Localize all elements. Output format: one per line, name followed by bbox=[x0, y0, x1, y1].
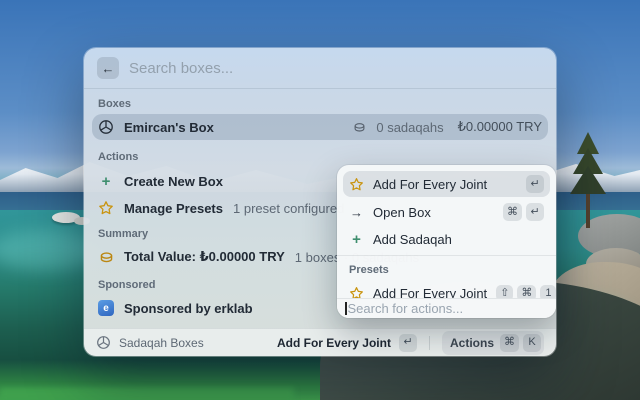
section-label-presets: Presets bbox=[349, 264, 389, 276]
back-arrow-icon: ← bbox=[101, 60, 115, 76]
total-value-label: Total Value: ₺0.00000 TRY bbox=[124, 249, 285, 264]
command-key-icon: ⌘ bbox=[503, 203, 522, 221]
search-input[interactable] bbox=[129, 59, 543, 77]
return-key-icon: ↵ bbox=[398, 333, 417, 352]
actions-menu: Add For Every Joint ↵ → Open Box ⌘ ↵ + A… bbox=[337, 165, 556, 318]
actions-button[interactable]: Actions ⌘ K bbox=[441, 330, 544, 355]
menu-item-open-box[interactable]: → Open Box ⌘ ↵ bbox=[343, 199, 550, 225]
manage-presets-label: Manage Presets bbox=[124, 200, 223, 216]
tree-icon bbox=[570, 166, 606, 194]
divider bbox=[428, 335, 430, 350]
divider bbox=[337, 255, 556, 256]
arrow-right-icon: → bbox=[350, 204, 363, 220]
return-key-icon: ↵ bbox=[526, 203, 544, 221]
sponsored-label: Sponsored by erklab bbox=[124, 300, 253, 316]
box-value: ₺0.00000 TRY bbox=[457, 119, 542, 134]
return-key-icon: ↵ bbox=[526, 175, 544, 193]
app-icon bbox=[96, 335, 111, 350]
box-row[interactable]: Emircan's Box 0 sadaqahs ₺0.00000 TRY bbox=[92, 114, 548, 140]
back-button[interactable]: ← bbox=[97, 57, 119, 79]
section-label-actions: Actions bbox=[98, 151, 139, 163]
text-caret bbox=[345, 302, 347, 315]
k-key-icon: K bbox=[523, 333, 541, 352]
menu-item-label: Add Sadaqah bbox=[373, 231, 452, 247]
box-sadaqah-count: 0 sadaqahs bbox=[376, 119, 444, 135]
wallpaper-shore bbox=[0, 388, 295, 400]
menu-item-label: Open Box bbox=[373, 204, 431, 220]
plus-icon: + bbox=[352, 230, 361, 248]
command-key-icon: ⌘ bbox=[500, 333, 519, 352]
search-bar: ← bbox=[84, 48, 556, 88]
menu-item-label: Add For Every Joint bbox=[373, 176, 488, 192]
plus-icon: + bbox=[101, 172, 111, 190]
box-icon bbox=[98, 119, 114, 135]
footer-primary-action[interactable]: Add For Every Joint bbox=[277, 336, 391, 350]
menu-item-add-for-every-joint[interactable]: Add For Every Joint ↵ bbox=[343, 171, 550, 197]
app-name: Sadaqah Boxes bbox=[119, 335, 204, 350]
menu-item-add-sadaqah[interactable]: + Add Sadaqah bbox=[343, 227, 550, 251]
footer-bar: Sadaqah Boxes Add For Every Joint ↵ Acti… bbox=[84, 328, 556, 356]
actions-search-placeholder: Search for actions... bbox=[347, 301, 464, 316]
actions-search-input[interactable]: Search for actions... bbox=[337, 298, 556, 318]
manage-presets-subtitle: 1 preset configured bbox=[233, 200, 345, 216]
desktop: { "icons": { "back_arrow": "←", "plus": … bbox=[0, 0, 640, 400]
sponsor-logo-icon: e bbox=[98, 300, 114, 316]
star-icon bbox=[349, 177, 364, 192]
coins-icon bbox=[352, 120, 366, 134]
coins-gold-icon bbox=[98, 249, 114, 265]
section-label-boxes: Boxes bbox=[98, 98, 132, 110]
create-new-box-label: Create New Box bbox=[124, 173, 223, 189]
actions-button-label: Actions bbox=[449, 335, 494, 350]
box-title: Emircan's Box bbox=[124, 119, 214, 135]
star-icon bbox=[98, 200, 114, 216]
